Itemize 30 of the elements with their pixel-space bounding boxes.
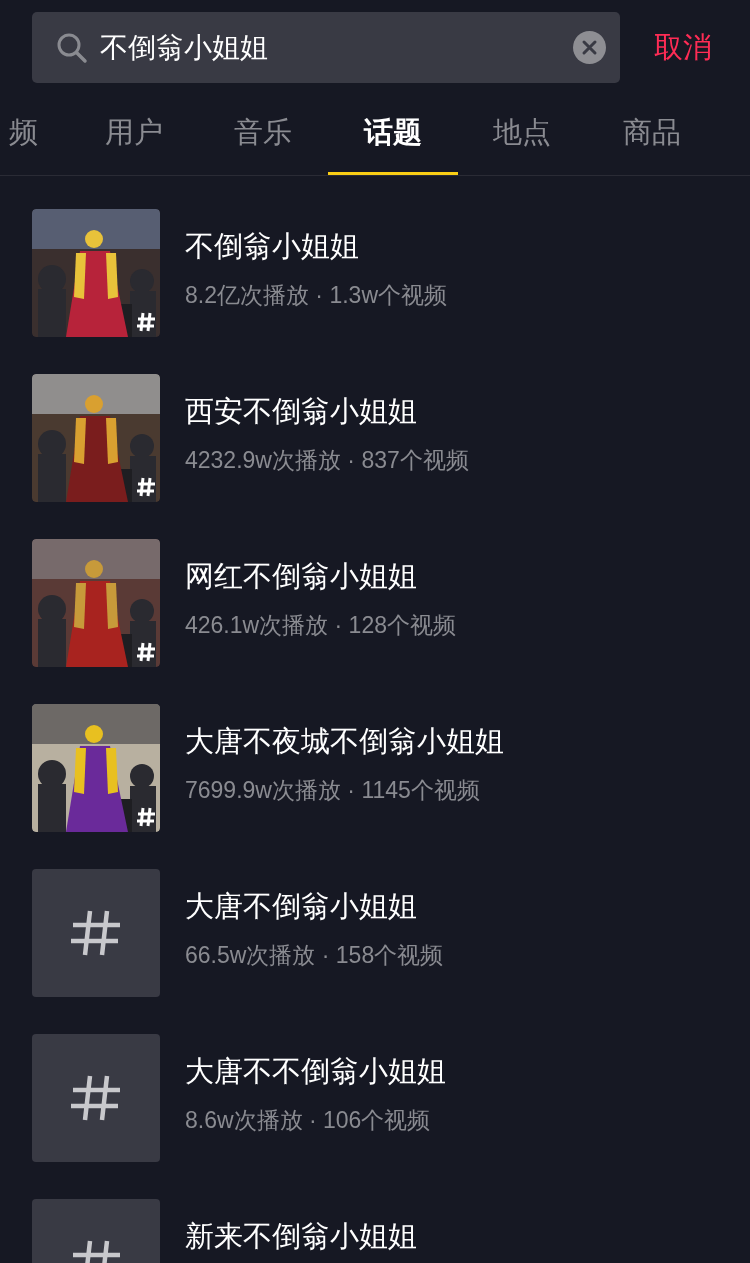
hash-icon [70, 1074, 122, 1122]
topic-stats: 8.6w次播放 · 106个视频 [185, 1106, 432, 1135]
search-query: 不倒翁小姐姐 [100, 30, 269, 65]
topic-stats: 8.2亿次播放 · 1.3w个视频 [185, 281, 447, 310]
topic-stats: 66.5w次播放 · 158个视频 [185, 941, 444, 970]
topic-title: 大唐不倒翁小姐姐 [185, 890, 418, 923]
tab[interactable]: 用户 [69, 83, 199, 175]
hash-icon [136, 476, 156, 498]
search-field[interactable]: 不倒翁小姐姐 [32, 12, 620, 83]
topic-title: 新来不倒翁小姐姐 [185, 1220, 417, 1253]
tab[interactable]: 地点 [457, 83, 587, 175]
hash-icon [136, 806, 156, 828]
topic-title: 不倒翁小姐姐 [185, 230, 360, 263]
clear-icon[interactable] [573, 31, 606, 64]
topic-title: 网红不倒翁小姐姐 [185, 560, 418, 593]
topic-stats: 7699.9w次播放 · 1145个视频 [185, 776, 481, 805]
topic-stats: 426.1w次播放 · 128个视频 [185, 611, 456, 640]
topic-title: 大唐不夜城不倒翁小姐姐 [185, 725, 504, 758]
topic-title: 大唐不不倒翁小姐姐 [185, 1055, 446, 1088]
cancel-button[interactable]: 取消 [654, 27, 712, 68]
tab[interactable]: 商品 [587, 83, 717, 175]
topic-title: 西安不倒翁小姐姐 [185, 395, 418, 428]
hash-icon [136, 311, 156, 333]
tab[interactable]: 音乐 [198, 83, 328, 175]
hash-icon [70, 909, 122, 957]
tab[interactable]: 话题 [328, 83, 458, 175]
tab[interactable]: 频 [0, 83, 38, 175]
topic-stats: 4232.9w次播放 · 837个视频 [185, 446, 469, 475]
hash-icon [136, 641, 156, 663]
search-icon [56, 31, 88, 64]
